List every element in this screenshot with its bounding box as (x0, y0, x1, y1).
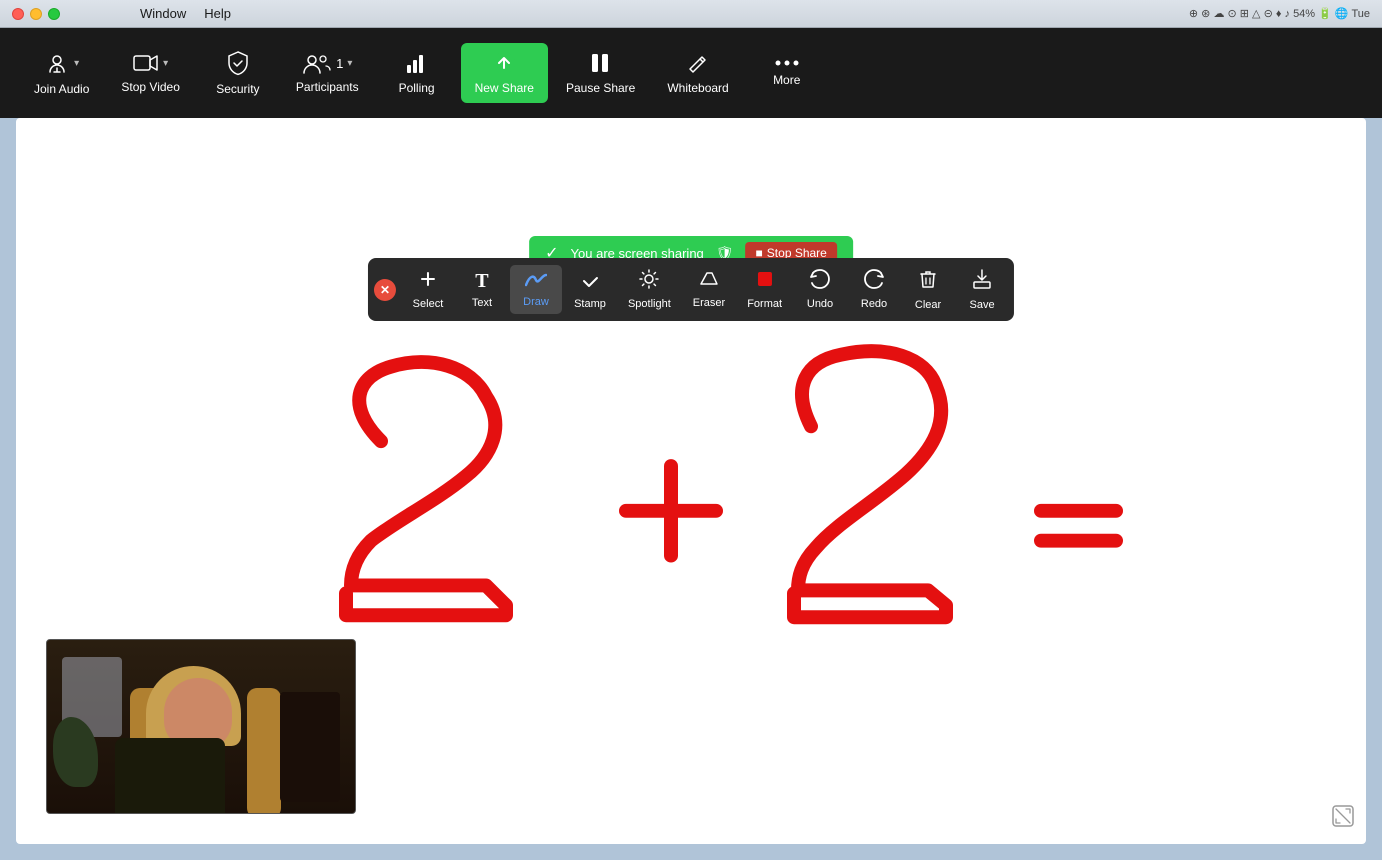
clear-icon (918, 268, 938, 295)
format-tool[interactable]: Format (737, 263, 792, 316)
stamp-label: Stamp (574, 298, 606, 310)
draw-tool[interactable]: Draw (510, 265, 562, 314)
titlebar-menus: Window Help (140, 6, 231, 21)
participants-button[interactable]: 1 ▾ Participants (282, 44, 373, 102)
new-share-button[interactable]: New Share (461, 43, 548, 103)
participants-label: Participants (296, 80, 359, 94)
more-button[interactable]: More (747, 51, 827, 95)
expand-button[interactable] (1332, 805, 1354, 832)
whiteboard-button[interactable]: Whiteboard (653, 43, 742, 103)
spotlight-icon (639, 269, 659, 294)
redo-label: Redo (861, 298, 887, 310)
format-icon (755, 269, 775, 294)
titlebar-right: ⊕ ⊛ ☁ ⊙ ⊞ △ ⊝ ♦ ♪ 54% 🔋 🌐 Tue (1189, 7, 1370, 20)
clear-tool[interactable]: Clear (902, 262, 954, 317)
redo-icon (863, 269, 885, 294)
text-tool[interactable]: T Text (456, 264, 508, 315)
undo-label: Undo (807, 298, 833, 310)
select-label: Select (413, 298, 444, 310)
help-menu[interactable]: Help (204, 6, 231, 21)
select-icon (418, 269, 438, 294)
text-icon: T (475, 270, 488, 293)
undo-tool[interactable]: Undo (794, 263, 846, 316)
redo-tool[interactable]: Redo (848, 263, 900, 316)
save-icon (972, 268, 992, 295)
draw-label: Draw (523, 296, 549, 308)
new-share-icon (492, 51, 516, 75)
new-share-label: New Share (475, 81, 534, 95)
text-label: Text (472, 297, 492, 309)
select-tool[interactable]: Select (402, 263, 454, 316)
stop-video-label: Stop Video (121, 80, 180, 94)
window-menu[interactable]: Window (140, 6, 186, 21)
whiteboard-icon (686, 51, 710, 75)
clear-label: Clear (915, 299, 941, 311)
traffic-lights (12, 8, 60, 20)
more-label: More (773, 73, 800, 87)
participant-video (47, 640, 355, 813)
annotation-toolbar: ✕ Select T Text Draw (368, 258, 1014, 321)
zoom-toolbar: ▾ Join Audio ▾ Stop Video Security (0, 28, 1382, 118)
eraser-icon (698, 270, 720, 293)
stop-video-icon: ▾ (133, 52, 168, 74)
pause-share-icon (590, 51, 612, 75)
eraser-label: Eraser (693, 297, 725, 309)
pause-share-button[interactable]: Pause Share (552, 43, 649, 103)
video-thumbnail (46, 639, 356, 814)
save-label: Save (969, 299, 994, 311)
spotlight-label: Spotlight (628, 298, 671, 310)
more-icon (775, 59, 799, 67)
pause-share-label: Pause Share (566, 81, 635, 95)
save-tool[interactable]: Save (956, 262, 1008, 317)
titlebar: Window Help ⊕ ⊛ ☁ ⊙ ⊞ △ ⊝ ♦ ♪ 54% 🔋 🌐 Tu… (0, 0, 1382, 28)
stop-video-button[interactable]: ▾ Stop Video (107, 44, 194, 102)
participants-icon: 1 ▾ (302, 52, 352, 74)
join-audio-button[interactable]: ▾ Join Audio (20, 42, 103, 104)
polling-button[interactable]: Polling (377, 43, 457, 103)
security-icon (226, 50, 250, 76)
minimize-button[interactable] (30, 8, 42, 20)
polling-label: Polling (399, 81, 435, 95)
spotlight-tool[interactable]: Spotlight (618, 263, 681, 316)
undo-icon (809, 269, 831, 294)
whiteboard-area: ✓ You are screen sharing 🛡 ■ Stop Share … (16, 118, 1366, 844)
join-audio-icon: ▾ (44, 50, 79, 76)
draw-icon (525, 271, 547, 292)
stamp-tool[interactable]: Stamp (564, 263, 616, 316)
join-audio-label: Join Audio (34, 82, 89, 96)
maximize-button[interactable] (48, 8, 60, 20)
whiteboard-label: Whiteboard (667, 81, 728, 95)
close-button[interactable] (12, 8, 24, 20)
stamp-icon (580, 269, 600, 294)
annotation-close-button[interactable]: ✕ (374, 279, 396, 301)
format-label: Format (747, 298, 782, 310)
eraser-tool[interactable]: Eraser (683, 264, 735, 315)
security-label: Security (216, 82, 259, 96)
security-button[interactable]: Security (198, 42, 278, 104)
polling-icon (406, 51, 428, 75)
